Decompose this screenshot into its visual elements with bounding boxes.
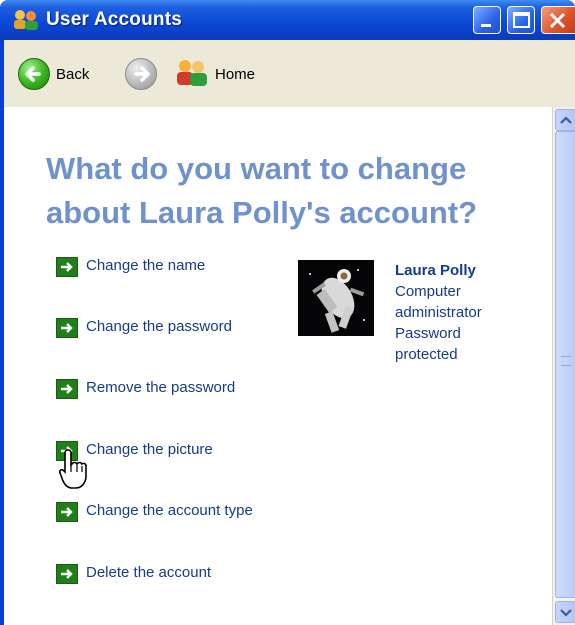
close-button[interactable] bbox=[541, 6, 575, 34]
back-arrow-icon bbox=[18, 58, 50, 90]
maximize-icon bbox=[513, 12, 530, 28]
green-arrow-icon bbox=[56, 379, 78, 399]
task-label[interactable]: Change the name bbox=[86, 257, 205, 274]
navigation-toolbar: Back Home bbox=[4, 40, 575, 107]
green-arrow-icon bbox=[56, 318, 78, 338]
task-label[interactable]: Change the password bbox=[86, 318, 232, 335]
green-arrow-icon bbox=[56, 257, 78, 277]
astronaut-picture-icon bbox=[298, 260, 374, 336]
hand-pointer-cursor-icon bbox=[58, 449, 87, 489]
task-label[interactable]: Change the account type bbox=[86, 502, 253, 519]
scroll-grip-icon bbox=[561, 356, 571, 366]
forward-button[interactable] bbox=[125, 58, 157, 90]
task-label[interactable]: Delete the account bbox=[86, 564, 211, 581]
heading-line-1: What do you want to change bbox=[46, 151, 467, 186]
user-accounts-window: User Accounts Back Home What do you want… bbox=[0, 0, 575, 625]
scroll-up-button[interactable] bbox=[555, 109, 575, 131]
account-picture bbox=[298, 260, 374, 336]
minimize-button[interactable] bbox=[473, 6, 501, 34]
close-icon bbox=[549, 12, 566, 29]
green-arrow-icon bbox=[56, 502, 78, 522]
forward-arrow-icon bbox=[134, 66, 150, 82]
title-bar[interactable]: User Accounts bbox=[0, 0, 575, 40]
task-label[interactable]: Change the picture bbox=[86, 441, 213, 458]
green-arrow-icon bbox=[56, 564, 78, 584]
home-users-icon[interactable] bbox=[174, 58, 210, 88]
account-status-line-2: protected bbox=[395, 346, 458, 363]
chevron-down-icon bbox=[560, 609, 572, 617]
account-type-line-1: Computer bbox=[395, 283, 461, 300]
account-status-line-1: Password bbox=[395, 325, 461, 342]
heading-line-2: about Laura Polly's account? bbox=[46, 195, 478, 230]
minimize-icon bbox=[481, 24, 491, 27]
maximize-button[interactable] bbox=[507, 6, 535, 34]
main-content: What do you want to change about Laura P… bbox=[4, 107, 552, 625]
window-title: User Accounts bbox=[46, 9, 182, 30]
back-label: Back bbox=[56, 66, 90, 83]
home-button-label[interactable]: Home bbox=[215, 66, 255, 83]
chevron-up-icon bbox=[560, 116, 572, 124]
account-name: Laura Polly bbox=[395, 262, 476, 279]
page-heading: What do you want to change about Laura P… bbox=[46, 147, 546, 235]
account-type-line-2: administrator bbox=[395, 304, 482, 321]
scroll-down-button[interactable] bbox=[555, 601, 575, 623]
user-accounts-app-icon bbox=[14, 10, 38, 30]
scroll-thumb[interactable] bbox=[555, 131, 575, 598]
vertical-scrollbar[interactable] bbox=[552, 107, 575, 625]
task-label[interactable]: Remove the password bbox=[86, 379, 235, 396]
